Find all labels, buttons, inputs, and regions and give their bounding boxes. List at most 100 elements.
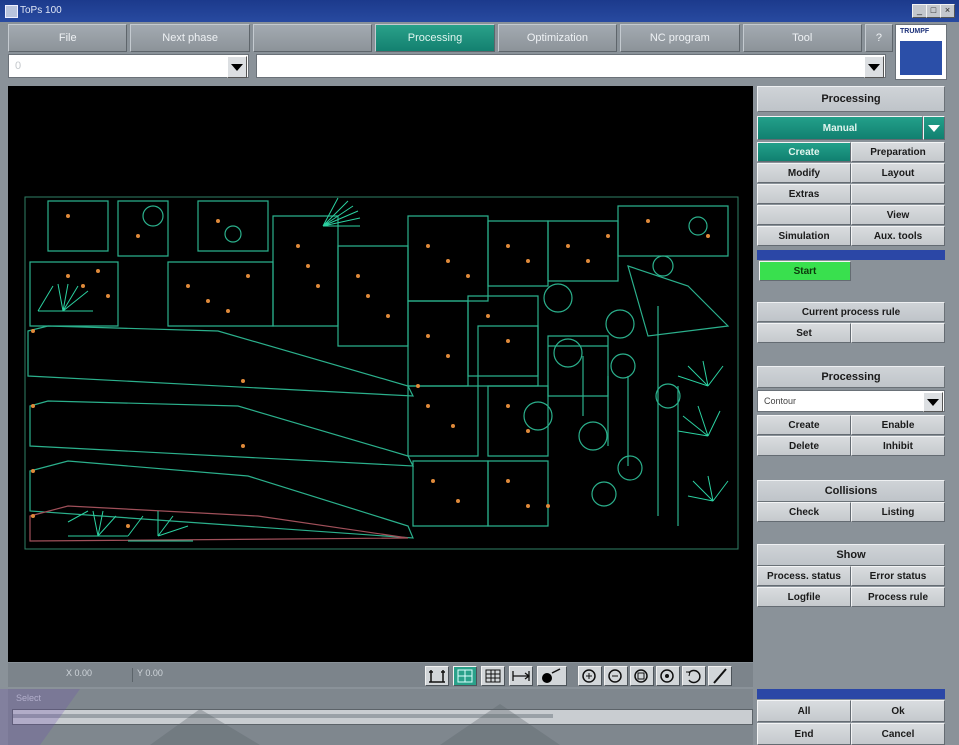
all-button[interactable]: All xyxy=(757,700,851,722)
process-rule-button[interactable]: Process rule xyxy=(851,587,945,607)
zoom-in-icon[interactable] xyxy=(578,666,602,686)
extras-button[interactable]: Extras xyxy=(757,184,851,204)
menu-next-phase[interactable]: Next phase xyxy=(130,24,250,52)
part-block xyxy=(29,261,119,327)
show-header: Show xyxy=(757,544,945,566)
fit-sheet-icon[interactable] xyxy=(425,666,449,686)
table-view-icon[interactable] xyxy=(481,666,505,686)
part-block xyxy=(487,460,549,527)
view-button[interactable]: View xyxy=(851,205,945,225)
layout-button[interactable]: Layout xyxy=(851,163,945,183)
pencil-icon[interactable] xyxy=(708,666,732,686)
close-button[interactable]: × xyxy=(940,4,955,18)
listing-button[interactable]: Listing xyxy=(851,502,945,522)
processing-create-button[interactable]: Create xyxy=(757,415,851,435)
part-block xyxy=(167,261,274,327)
preparation-button[interactable]: Preparation xyxy=(851,142,945,162)
start-button[interactable]: Start xyxy=(759,261,851,281)
mode-select-dropdown[interactable] xyxy=(923,116,945,140)
menu-processing[interactable]: Processing xyxy=(375,24,495,52)
menu-tool[interactable]: Tool xyxy=(742,24,862,52)
part-strip xyxy=(27,325,414,397)
current-process-rule-header: Current process rule xyxy=(757,302,945,322)
part-block xyxy=(477,325,539,387)
check-button[interactable]: Check xyxy=(757,502,851,522)
ok-button[interactable]: Ok xyxy=(851,700,945,722)
part-block xyxy=(47,200,109,252)
part-ring xyxy=(610,353,636,379)
zoom-window-icon[interactable] xyxy=(630,666,654,686)
part-block xyxy=(487,220,549,287)
empty-button[interactable] xyxy=(851,323,945,343)
measure-icon[interactable] xyxy=(509,666,533,686)
part-block xyxy=(337,245,409,347)
set-button[interactable]: Set xyxy=(757,323,851,343)
processing-delete-button[interactable]: Delete xyxy=(757,436,851,456)
minimize-button[interactable]: _ xyxy=(912,4,927,18)
process-status-button[interactable]: Process. status xyxy=(757,566,851,586)
part-ring xyxy=(605,309,635,339)
processing-enable-button[interactable]: Enable xyxy=(851,415,945,435)
zoom-previous-icon[interactable] xyxy=(682,666,706,686)
part-block xyxy=(627,265,730,337)
simulation-button[interactable]: Simulation xyxy=(757,226,851,246)
collisions-header: Collisions xyxy=(757,480,945,502)
message-text: Select xyxy=(16,693,42,703)
cancel-button[interactable]: Cancel xyxy=(851,723,945,745)
maximize-button[interactable]: □ xyxy=(926,4,941,18)
layer-select-dropdown[interactable] xyxy=(227,56,247,78)
trumpf-logo: TRUMPF xyxy=(895,24,947,80)
part-ring xyxy=(543,283,573,313)
fan-part xyxy=(677,360,724,387)
nesting-canvas[interactable] xyxy=(8,86,753,662)
end-button[interactable]: End xyxy=(757,723,851,745)
menu-help[interactable]: ? xyxy=(864,24,893,52)
fan-part xyxy=(37,283,93,312)
processing-select[interactable]: Contour xyxy=(757,390,945,412)
part-block xyxy=(412,460,489,527)
app-icon xyxy=(5,5,18,18)
command-select-dropdown[interactable] xyxy=(864,56,884,78)
grid-view-icon[interactable] xyxy=(453,666,477,686)
modify-button[interactable]: Modify xyxy=(757,163,851,183)
x-coordinate: X 0.00 xyxy=(66,668,93,678)
layer-select-value: 0 xyxy=(15,60,22,72)
part-block xyxy=(272,215,339,327)
empty-button[interactable] xyxy=(757,205,851,225)
part-strip xyxy=(29,460,414,539)
mode-select[interactable]: Manual xyxy=(757,116,923,140)
layer-select[interactable]: 0 xyxy=(8,54,249,78)
sheet-drawing xyxy=(24,196,739,550)
processing-select-dropdown[interactable] xyxy=(923,392,943,412)
main-menu-bar: File Next phase Processing Optimization … xyxy=(8,24,893,52)
create-button[interactable]: Create xyxy=(757,142,851,162)
chevron-down-icon xyxy=(231,63,243,71)
aux-tools-button[interactable]: Aux. tools xyxy=(851,226,945,246)
command-select[interactable] xyxy=(256,54,886,78)
error-status-button[interactable]: Error status xyxy=(851,566,945,586)
part-strip xyxy=(29,400,414,467)
processing-header: Processing xyxy=(757,366,945,388)
control-panel: Processing Manual Create Preparation Mod… xyxy=(755,86,951,745)
fan-part xyxy=(677,405,721,437)
window-titlebar: ToPs 100 _ □ × xyxy=(0,0,959,22)
menu-file[interactable]: File xyxy=(8,24,128,52)
chevron-down-icon xyxy=(928,124,940,132)
menu-optimization[interactable]: Optimization xyxy=(497,24,618,52)
separator-bar xyxy=(757,250,945,260)
chevron-down-icon xyxy=(868,63,880,71)
part-ring xyxy=(553,338,583,368)
menu-nc-program[interactable]: NC program xyxy=(620,24,740,52)
processing-inhibit-button[interactable]: Inhibit xyxy=(851,436,945,456)
pointer-icon[interactable] xyxy=(537,666,567,686)
part-block xyxy=(617,205,729,257)
zoom-out-icon[interactable] xyxy=(604,666,628,686)
chevron-down-icon xyxy=(927,398,939,406)
part-ring xyxy=(652,255,674,277)
logfile-button[interactable]: Logfile xyxy=(757,587,851,607)
zoom-all-icon[interactable] xyxy=(656,666,680,686)
part-ring xyxy=(578,421,608,451)
menu-empty[interactable] xyxy=(252,24,373,52)
empty-button[interactable] xyxy=(851,184,945,204)
processing-select-value: Contour xyxy=(764,396,797,406)
